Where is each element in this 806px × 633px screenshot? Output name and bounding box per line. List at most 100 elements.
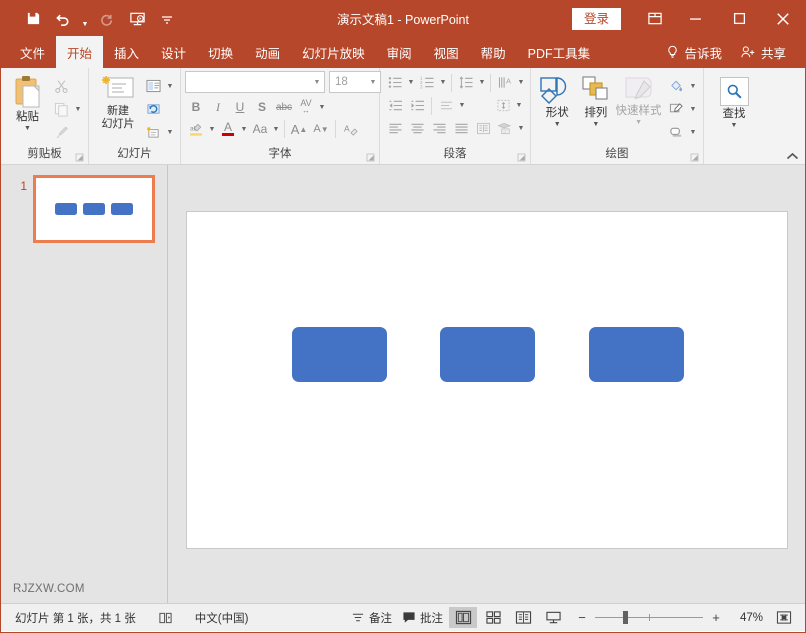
shape-outline-button[interactable]	[664, 98, 688, 120]
clear-formatting-button[interactable]: A	[339, 119, 361, 140]
tell-me-button[interactable]: 告诉我	[657, 36, 731, 68]
slide-canvas-pane[interactable]	[168, 165, 805, 603]
rounded-rectangle-3[interactable]	[589, 327, 684, 382]
underline-button[interactable]: U	[229, 97, 251, 118]
view-normal-button[interactable]	[449, 607, 477, 628]
zoom-slider[interactable]	[595, 611, 703, 625]
redo-icon[interactable]	[93, 6, 121, 32]
text-direction-button[interactable]: A	[494, 72, 516, 93]
change-case-dropdown-icon[interactable]: ▼	[271, 118, 281, 140]
zoom-in-button[interactable]: +	[709, 610, 723, 625]
drawing-dialog-launcher[interactable]	[690, 153, 699, 162]
find-dropdown-icon[interactable]: ▼	[731, 122, 738, 129]
clipboard-dialog-launcher[interactable]	[75, 153, 84, 162]
font-size-dropdown-icon[interactable]: ▼	[366, 79, 380, 86]
rounded-rectangle-2[interactable]	[440, 327, 535, 382]
new-slide-button[interactable]: 新建 幻灯片	[95, 72, 141, 131]
font-size-combobox[interactable]: 18 ▼	[329, 71, 381, 93]
align-center-button[interactable]	[406, 118, 428, 139]
shapes-button[interactable]: 形状 ▼	[538, 72, 577, 128]
convert-to-smartart-button[interactable]	[494, 118, 516, 139]
vertical-align-dropdown-icon[interactable]: ▼	[514, 95, 524, 117]
shape-fill-dropdown-icon[interactable]: ▼	[688, 75, 698, 97]
ribbon-display-options-icon[interactable]	[637, 1, 673, 36]
font-name-combobox[interactable]: ▼	[185, 71, 325, 93]
rounded-rectangle-1[interactable]	[292, 327, 387, 382]
paste-dropdown-icon[interactable]: ▼	[24, 125, 31, 132]
section-dropdown-icon[interactable]: ▼	[165, 121, 175, 143]
tab-help[interactable]: 帮助	[470, 36, 517, 68]
shape-effects-button[interactable]	[664, 121, 688, 143]
paragraph-dialog-launcher[interactable]	[517, 153, 526, 162]
view-reading-button[interactable]	[509, 607, 537, 628]
collapse-ribbon-button[interactable]	[786, 152, 799, 161]
align-left-button[interactable]	[384, 118, 406, 139]
shape-effects-dropdown-icon[interactable]: ▼	[688, 121, 698, 143]
character-spacing-dropdown-icon[interactable]: ▼	[317, 96, 327, 118]
italic-button[interactable]: I	[207, 97, 229, 118]
vertical-align-button[interactable]	[492, 95, 514, 116]
tab-transitions[interactable]: 切换	[197, 36, 244, 68]
view-slide-sorter-button[interactable]	[479, 607, 507, 628]
tab-file[interactable]: 文件	[9, 36, 56, 68]
share-button[interactable]: 共享	[731, 36, 795, 68]
quick-styles-dropdown-icon[interactable]: ▼	[635, 119, 642, 126]
tab-design[interactable]: 设计	[150, 36, 197, 68]
undo-icon[interactable]	[49, 6, 77, 32]
fit-to-window-button[interactable]	[771, 607, 797, 628]
zoom-slider-handle[interactable]	[623, 611, 628, 624]
font-name-dropdown-icon[interactable]: ▼	[310, 79, 324, 86]
text-highlight-dropdown-icon[interactable]: ▼	[207, 118, 217, 140]
tab-pdf-toolkit[interactable]: PDF工具集	[517, 36, 602, 68]
text-highlight-color-button[interactable]: ab	[185, 119, 207, 140]
start-slideshow-icon[interactable]	[123, 6, 151, 32]
increase-font-size-button[interactable]: A▲	[288, 119, 310, 140]
arrange-dropdown-icon[interactable]: ▼	[592, 121, 599, 128]
paste-button[interactable]: 粘贴 ▼	[6, 72, 49, 132]
sign-in-button[interactable]: 登录	[572, 8, 621, 30]
tab-home[interactable]: 开始	[56, 36, 103, 68]
smartart-dropdown-icon[interactable]: ▼	[516, 118, 526, 140]
shapes-dropdown-icon[interactable]: ▼	[554, 121, 561, 128]
format-painter-button[interactable]	[49, 121, 73, 143]
tab-animations[interactable]: 动画	[244, 36, 291, 68]
language-status[interactable]: 中文(中国)	[191, 608, 253, 628]
align-right-button[interactable]	[428, 118, 450, 139]
undo-dropdown-icon[interactable]: ▼	[79, 2, 91, 36]
section-button[interactable]	[141, 121, 165, 143]
text-shadow-button[interactable]: S	[251, 97, 273, 118]
comments-button[interactable]: 批注	[398, 608, 447, 628]
slide-canvas[interactable]	[186, 211, 788, 549]
bullets-dropdown-icon[interactable]: ▼	[406, 72, 416, 94]
zoom-percent-label[interactable]: 47%	[729, 612, 763, 624]
font-color-button[interactable]: A	[217, 119, 239, 140]
find-button[interactable]: 查找 ▼	[711, 74, 757, 129]
accessibility-checker-button[interactable]	[154, 609, 177, 627]
align-text-dropdown-icon[interactable]: ▼	[457, 95, 467, 117]
tab-slideshow[interactable]: 幻灯片放映	[291, 36, 376, 68]
reset-button[interactable]	[141, 98, 165, 120]
tab-review[interactable]: 审阅	[376, 36, 423, 68]
cut-button[interactable]	[49, 75, 73, 97]
character-spacing-button[interactable]: AV ↔	[295, 97, 317, 118]
customize-qat-icon[interactable]	[153, 6, 181, 32]
line-spacing-button[interactable]	[455, 72, 477, 93]
arrange-button[interactable]: 排列 ▼	[577, 72, 616, 128]
font-dialog-launcher[interactable]	[366, 153, 375, 162]
copy-button[interactable]	[49, 98, 73, 120]
numbering-button[interactable]: 123	[416, 72, 438, 93]
bold-button[interactable]: B	[185, 97, 207, 118]
save-icon[interactable]	[19, 6, 47, 32]
shape-outline-dropdown-icon[interactable]: ▼	[688, 98, 698, 120]
numbering-dropdown-icon[interactable]: ▼	[438, 72, 448, 94]
columns-button[interactable]	[472, 118, 494, 139]
increase-indent-button[interactable]	[406, 95, 428, 116]
zoom-out-button[interactable]: −	[575, 610, 589, 625]
layout-button[interactable]	[141, 75, 165, 97]
tab-insert[interactable]: 插入	[103, 36, 150, 68]
layout-dropdown-icon[interactable]: ▼	[165, 75, 175, 97]
view-slideshow-button[interactable]	[539, 607, 567, 628]
font-color-dropdown-icon[interactable]: ▼	[239, 118, 249, 140]
tab-view[interactable]: 视图	[423, 36, 470, 68]
bullets-button[interactable]	[384, 72, 406, 93]
